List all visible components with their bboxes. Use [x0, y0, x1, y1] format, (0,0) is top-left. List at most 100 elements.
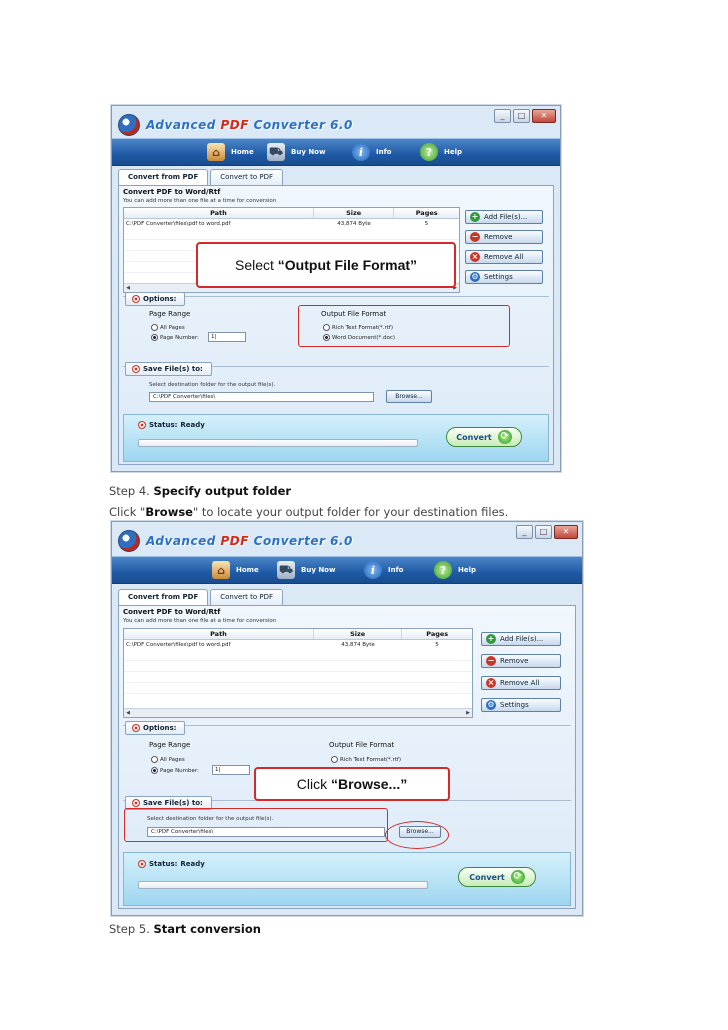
- remove-all-button[interactable]: × Remove All: [481, 676, 561, 690]
- radio-rtf[interactable]: [331, 756, 338, 763]
- page-range-label: Page Range: [149, 310, 191, 318]
- all-pages-radio[interactable]: All Pages: [151, 756, 185, 763]
- settings-button[interactable]: ⚙ Settings: [465, 270, 543, 284]
- nav-buy-now[interactable]: ⛟ Buy Now: [267, 139, 325, 165]
- title-area: Advanced PDF Converter 6.0: [118, 112, 353, 138]
- scroll-left-icon[interactable]: ◀: [124, 284, 132, 292]
- refresh-icon: ⟳: [510, 870, 525, 884]
- nav-info[interactable]: i Info: [364, 557, 403, 583]
- add-icon: +: [486, 634, 496, 644]
- add-files-button[interactable]: + Add File(s)...: [465, 210, 543, 224]
- scroll-left-icon[interactable]: ◀: [124, 709, 132, 717]
- minimize-button[interactable]: _: [516, 525, 533, 539]
- settings-icon: ⚙: [486, 700, 496, 710]
- page-number-radio[interactable]: Page Number:: [151, 334, 199, 341]
- output-format-highlight: [298, 305, 510, 347]
- horizontal-scrollbar[interactable]: ◀ ▶: [124, 708, 472, 717]
- cell-size: 43,874 Byte: [337, 221, 371, 227]
- nav-help-label: Help: [458, 566, 477, 574]
- remove-button[interactable]: − Remove: [465, 230, 543, 244]
- status-label: Status:: [149, 421, 178, 429]
- col-pages[interactable]: Pages: [394, 208, 459, 218]
- nav-bar: ⌂ Home ⛟ Buy Now i Info ? Help: [112, 556, 582, 584]
- progress-bar: [138, 439, 418, 447]
- app-screenshot-2: _ □ ✕ Advanced PDF Converter 6.0 ⌂ Home ⛟…: [111, 521, 583, 916]
- nav-bar: ⌂ Home ⛟ Buy Now i Info ? Help: [112, 138, 560, 166]
- dest-path-input[interactable]: C:\PDF Converter\files\: [149, 392, 374, 402]
- col-path[interactable]: Path: [124, 208, 314, 218]
- help-icon: ?: [420, 143, 438, 161]
- maximize-button[interactable]: □: [513, 109, 530, 123]
- target-icon: [132, 295, 140, 303]
- step5-title: Start conversion: [153, 922, 261, 936]
- maximize-button[interactable]: □: [535, 525, 552, 539]
- radio-page-number[interactable]: [151, 334, 158, 341]
- tab-convert-from-pdf[interactable]: Convert from PDF: [118, 169, 209, 186]
- close-button[interactable]: ✕: [532, 109, 556, 123]
- panel-heading: Convert PDF to Word/Rtf: [123, 188, 221, 196]
- radio-page-number[interactable]: [151, 767, 158, 774]
- radio-all-pages[interactable]: [151, 324, 158, 331]
- callout1-bold: “Output File Format”: [277, 257, 418, 273]
- col-size[interactable]: Size: [314, 629, 403, 639]
- all-pages-radio[interactable]: All Pages: [151, 324, 185, 331]
- close-button[interactable]: ✕: [554, 525, 578, 539]
- tab-convert-to-pdf[interactable]: Convert to PDF: [210, 169, 284, 185]
- help-icon: ?: [434, 561, 452, 579]
- cart-icon: ⛟: [277, 561, 295, 579]
- window-controls: _ □ ✕: [494, 109, 556, 123]
- col-pages[interactable]: Pages: [402, 629, 472, 639]
- status-icon: [138, 860, 146, 868]
- remove-button[interactable]: − Remove: [481, 654, 561, 668]
- page-number-input[interactable]: 1|: [212, 765, 250, 775]
- add-icon: +: [470, 212, 480, 222]
- page-number-label: Page Number:: [160, 334, 199, 341]
- table-row[interactable]: C:\PDF Converter\files\pdf to word.pdf 4…: [124, 640, 472, 650]
- scroll-right-icon[interactable]: ▶: [464, 709, 472, 717]
- page-number-input[interactable]: 1|: [208, 332, 246, 342]
- table-row[interactable]: C:\PDF Converter\files\pdf to word.pdf 4…: [124, 219, 459, 229]
- nav-home[interactable]: ⌂ Home: [212, 557, 259, 583]
- col-path[interactable]: Path: [124, 629, 314, 639]
- step5-heading: Step 5. Start conversion: [109, 922, 261, 936]
- tab-convert-from-pdf[interactable]: Convert from PDF: [118, 589, 209, 606]
- add-files-button[interactable]: + Add File(s)...: [481, 632, 561, 646]
- nav-help[interactable]: ? Help: [420, 139, 462, 165]
- convert-button[interactable]: Convert ⟳: [446, 427, 522, 447]
- save-text: Save File(s) to:: [143, 365, 203, 373]
- nav-buy-now[interactable]: ⛟ Buy Now: [277, 557, 335, 583]
- app-title: Advanced PDF Converter 6.0: [146, 118, 353, 132]
- window-controls: _ □ ✕: [516, 525, 578, 539]
- page-number-label: Page Number:: [160, 767, 199, 774]
- title-area: Advanced PDF Converter 6.0: [118, 528, 353, 554]
- remove-all-button[interactable]: × Remove All: [465, 250, 543, 264]
- page-number-radio[interactable]: Page Number:: [151, 767, 199, 774]
- nav-info[interactable]: i Info: [352, 139, 391, 165]
- app-title: Advanced PDF Converter 6.0: [146, 534, 353, 548]
- browse-button[interactable]: Browse...: [386, 390, 432, 403]
- status-area: Status: Ready Convert ⟳: [123, 414, 549, 462]
- col-size[interactable]: Size: [314, 208, 395, 218]
- browse-highlight: [385, 821, 449, 849]
- cell-pages: 5: [435, 642, 439, 648]
- options-text: Options:: [143, 724, 177, 732]
- output-format-label: Output File Format: [329, 741, 395, 749]
- nav-help[interactable]: ? Help: [434, 557, 476, 583]
- remove-icon: −: [470, 232, 480, 242]
- minimize-button[interactable]: _: [494, 109, 511, 123]
- settings-button[interactable]: ⚙ Settings: [481, 698, 561, 712]
- title-pdf: PDF: [220, 534, 249, 548]
- target-icon: [132, 799, 140, 807]
- page-range-label: Page Range: [149, 741, 191, 749]
- progress-bar: [138, 881, 428, 889]
- convert-button[interactable]: Convert ⟳: [458, 867, 536, 887]
- step4-desc-bold: Browse: [145, 505, 193, 519]
- nav-home-label: Home: [231, 148, 254, 156]
- cell-pages: 5: [424, 221, 429, 227]
- callout2-bold: “Browse...”: [330, 776, 408, 792]
- tab-convert-to-pdf[interactable]: Convert to PDF: [210, 589, 284, 605]
- rtf-radio[interactable]: Rich Text Format(*.rtf): [331, 756, 401, 763]
- nav-home[interactable]: ⌂ Home: [207, 139, 254, 165]
- remove-all-label: Remove All: [484, 253, 524, 261]
- radio-all-pages[interactable]: [151, 756, 158, 763]
